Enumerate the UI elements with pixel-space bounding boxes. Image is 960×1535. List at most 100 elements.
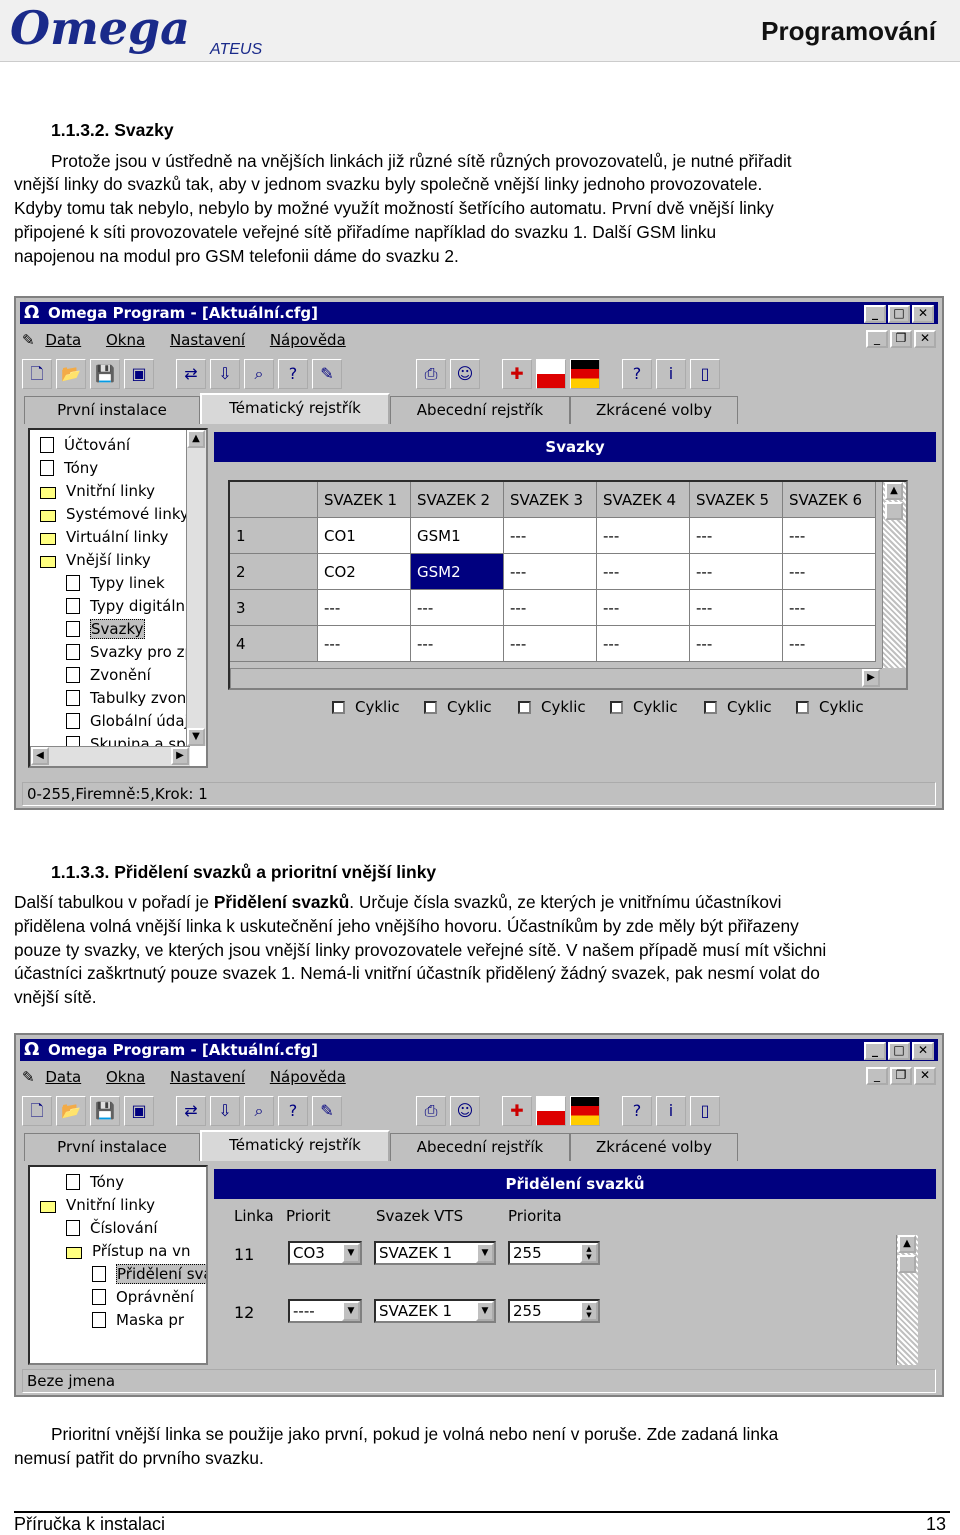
scroll-thumb[interactable] <box>898 1255 916 1273</box>
menu-napoveda[interactable]: Nápověda <box>270 331 346 349</box>
tree-item[interactable]: Tóny <box>40 457 98 479</box>
help-find-icon[interactable]: ? <box>278 1096 308 1126</box>
child-close-button[interactable]: ✕ <box>914 1067 936 1085</box>
grid-cell[interactable]: --- <box>597 554 690 590</box>
svazek-select[interactable]: SVAZEK 1 ▼ <box>374 1299 496 1323</box>
tab-abecedni-rejstrik[interactable]: Abecední rejstřík <box>390 396 570 424</box>
tree-vscroll[interactable]: ▲ ▼ <box>186 430 206 746</box>
dropdown-arrow-icon[interactable]: ▼ <box>476 1301 494 1321</box>
tree-item[interactable]: Typy digitální <box>66 595 189 617</box>
spinner-icon[interactable]: ▲ ▼ <box>580 1301 598 1321</box>
help-find-icon[interactable]: ? <box>278 359 308 389</box>
tree-item[interactable]: Číslování <box>66 1217 158 1239</box>
dropdown-arrow-icon[interactable]: ▼ <box>476 1243 494 1263</box>
tree-item[interactable]: Vnitřní linky <box>40 480 155 502</box>
tree-item[interactable]: Vnější linky <box>40 549 151 571</box>
find-icon[interactable]: ⌕ <box>244 359 274 389</box>
save-icon[interactable]: 💾 <box>90 1096 120 1126</box>
edit-icon[interactable]: ✎ <box>312 1096 342 1126</box>
menu-okna[interactable]: Okna <box>106 1068 145 1086</box>
grid-cell[interactable]: GSM1 <box>411 518 504 554</box>
close-button[interactable]: ✕ <box>912 305 934 323</box>
menu-nastaveni[interactable]: Nastavení <box>170 1068 245 1086</box>
priorit-select[interactable]: ---- ▼ <box>288 1299 362 1323</box>
flag-de-icon[interactable] <box>570 359 600 389</box>
tab-zkracene-volby[interactable]: Zkrácené volby <box>570 396 738 424</box>
scroll-right-icon[interactable]: ▶ <box>171 747 189 765</box>
svazek-select[interactable]: SVAZEK 1 ▼ <box>374 1241 496 1265</box>
open-folder-icon[interactable]: 📂 <box>56 1096 86 1126</box>
flag-uk-icon[interactable]: ✚ <box>502 1096 532 1126</box>
help-icon[interactable]: ? <box>622 1096 652 1126</box>
tab-prvni-instalace[interactable]: První instalace <box>24 396 200 424</box>
tree-item[interactable]: Účtování <box>40 434 130 456</box>
grid-cell[interactable]: --- <box>783 518 876 554</box>
dropdown-arrow-icon[interactable]: ▼ <box>342 1243 360 1263</box>
info-icon[interactable]: i <box>656 1096 686 1126</box>
open-folder-icon[interactable]: 📂 <box>56 359 86 389</box>
cyklic-checkbox[interactable]: Cyklic <box>610 698 678 716</box>
transfer-icon[interactable]: ⇄ <box>176 1096 206 1126</box>
info-icon[interactable]: i <box>656 359 686 389</box>
scroll-down-icon[interactable]: ▼ <box>187 728 205 746</box>
menu-data[interactable]: Data <box>45 1068 81 1086</box>
tree-item-selected[interactable]: Svazky <box>66 618 145 640</box>
print-icon[interactable]: ⎙ <box>416 1096 446 1126</box>
grid-cell[interactable]: --- <box>504 590 597 626</box>
tree-item[interactable]: Virtuální linky <box>40 526 168 548</box>
tab-prvni-instalace[interactable]: První instalace <box>24 1133 200 1161</box>
help-icon[interactable]: ? <box>622 359 652 389</box>
grid-cell[interactable]: --- <box>504 554 597 590</box>
save-all-icon[interactable]: ▣ <box>124 359 154 389</box>
priorit-select[interactable]: CO3 ▼ <box>288 1241 362 1265</box>
exit-icon[interactable]: ▯ <box>690 1096 720 1126</box>
menu-okna[interactable]: Okna <box>106 331 145 349</box>
menu-data[interactable]: Data <box>45 331 81 349</box>
scroll-left-icon[interactable]: ◀ <box>31 747 49 765</box>
print-icon[interactable]: ⎙ <box>416 359 446 389</box>
exit-icon[interactable]: ▯ <box>690 359 720 389</box>
grid-cell[interactable]: --- <box>504 518 597 554</box>
tab-abecedni-rejstrik[interactable]: Abecední rejstřík <box>390 1133 570 1161</box>
priorita-spinner[interactable]: 255 ▲ ▼ <box>508 1241 600 1265</box>
grid-hscroll[interactable]: ▶ <box>230 668 882 688</box>
scroll-up-icon[interactable]: ▲ <box>885 482 903 500</box>
minimize-button[interactable]: _ <box>864 1042 886 1060</box>
dropdown-arrow-icon[interactable]: ▼ <box>342 1301 360 1321</box>
grid-cell[interactable]: --- <box>318 626 411 662</box>
menu-nastaveni[interactable]: Nastavení <box>170 331 245 349</box>
grid-cell[interactable]: --- <box>690 626 783 662</box>
close-button[interactable]: ✕ <box>912 1042 934 1060</box>
user-icon[interactable]: ☺ <box>450 1096 480 1126</box>
tree-item[interactable]: Maska pr <box>92 1309 184 1331</box>
tree-item[interactable]: Tabulky zvon <box>66 687 186 709</box>
grid-cell[interactable]: --- <box>597 590 690 626</box>
tree-item[interactable]: Systémové linky <box>40 503 189 525</box>
flag-uk-icon[interactable]: ✚ <box>502 359 532 389</box>
receive-icon[interactable]: ⇩ <box>210 1096 240 1126</box>
grid-cell[interactable]: --- <box>690 590 783 626</box>
find-icon[interactable]: ⌕ <box>244 1096 274 1126</box>
grid-cell[interactable]: --- <box>690 518 783 554</box>
scroll-thumb[interactable] <box>885 502 903 520</box>
user-icon[interactable]: ☺ <box>450 359 480 389</box>
maximize-button[interactable]: □ <box>888 305 910 323</box>
child-restore-button[interactable]: ❐ <box>890 330 912 348</box>
grid-cell[interactable]: --- <box>597 626 690 662</box>
tree-item[interactable]: Typy linek <box>66 572 165 594</box>
flag-de-icon[interactable] <box>570 1096 600 1126</box>
tree-item[interactable]: Tóny <box>66 1171 124 1193</box>
tab-tematicky-rejstrik[interactable]: Tématický rejstřík <box>200 1130 390 1161</box>
flag-cz-icon[interactable] <box>536 359 566 389</box>
tree-item[interactable]: Oprávnění <box>92 1286 194 1308</box>
scroll-right-icon[interactable]: ▶ <box>862 669 880 687</box>
app-menu-icon[interactable]: ✎ <box>22 331 35 349</box>
tree-item[interactable]: Globální údaj <box>66 710 189 732</box>
grid-cell-selected[interactable]: GSM2 <box>411 554 504 590</box>
receive-icon[interactable]: ⇩ <box>210 359 240 389</box>
new-file-icon[interactable]: 🗋 <box>22 359 52 389</box>
child-minimize-button[interactable]: _ <box>866 330 888 348</box>
minimize-button[interactable]: _ <box>864 305 886 323</box>
grid-cell[interactable]: CO2 <box>318 554 411 590</box>
scroll-up-icon[interactable]: ▲ <box>187 430 205 448</box>
